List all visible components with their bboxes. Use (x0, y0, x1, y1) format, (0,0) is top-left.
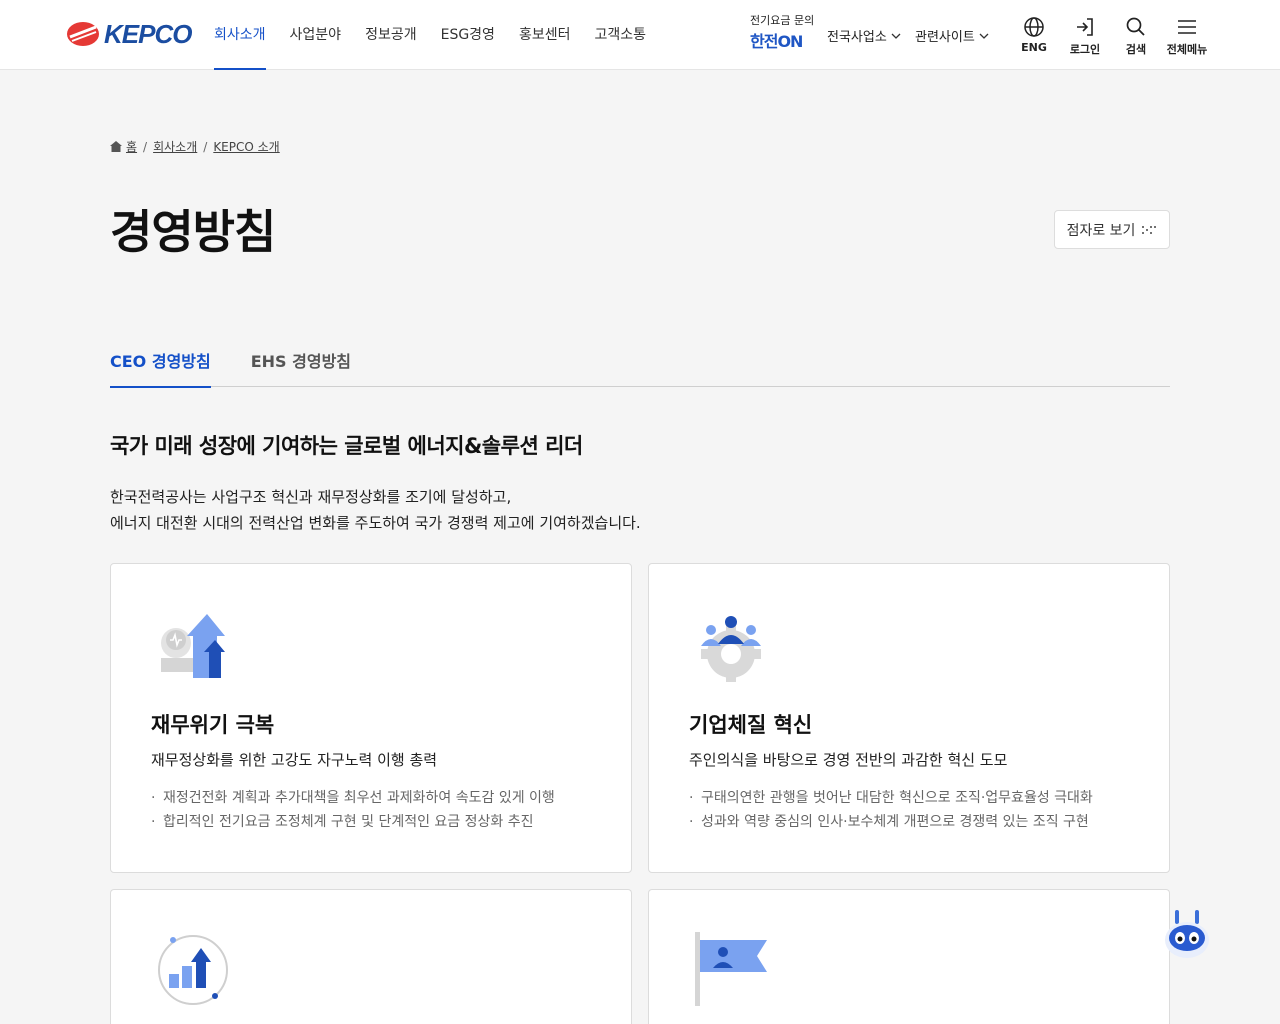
search-icon (1126, 17, 1145, 36)
nav-pr[interactable]: 홍보센터 (519, 0, 571, 70)
policy-card-innovation: 기업체질 혁신 주인의식을 바탕으로 경영 전반의 과감한 혁신 도모 구태의연… (648, 563, 1170, 873)
branch-dropdown-label: 전국사업소 (827, 30, 887, 45)
related-sites-dropdown[interactable]: 관련사이트 (915, 26, 989, 45)
list-item: 재정건전화 계획과 추가대책을 최우선 과제화하여 속도감 있게 이행 (151, 786, 555, 810)
login-label: 로그인 (1069, 43, 1101, 56)
full-menu-label: 전체메뉴 (1166, 43, 1208, 56)
robot-mascot-icon (1165, 910, 1209, 958)
card-list: 재정건전화 계획과 추가대책을 최우선 과제화하여 속도감 있게 이행 합리적인… (151, 786, 555, 834)
policy-tabs: CEO 경영방침 EHS 경영방침 (110, 338, 1170, 388)
hanjeon-logo-text: 한전ON (750, 32, 803, 51)
tab-ceo-policy[interactable]: CEO 경영방침 (110, 338, 211, 388)
branch-dropdown[interactable]: 전국사업소 (827, 26, 901, 45)
search-label: 검색 (1125, 43, 1147, 56)
breadcrumb-kepco-intro[interactable]: KEPCO 소개 (213, 138, 279, 155)
list-item: 성과와 역량 중심의 인사·보수체계 개편으로 경쟁력 있는 조직 구현 (689, 810, 1093, 834)
english-button[interactable]: ENG (1012, 16, 1056, 58)
nav-company[interactable]: 회사소개 (214, 0, 266, 70)
policy-card-financial: 재무위기 극복 재무정상화를 위한 고강도 자구노력 이행 총력 재정건전화 계… (110, 563, 632, 873)
chevron-down-icon (891, 33, 901, 39)
login-button[interactable]: 로그인 (1063, 16, 1107, 58)
home-icon[interactable] (110, 141, 122, 152)
related-sites-label: 관련사이트 (915, 30, 975, 45)
breadcrumb-company[interactable]: 회사소개 (153, 138, 197, 155)
main-nav: 회사소개 사업분야 정보공개 ESG경영 홍보센터 고객소통 (214, 0, 670, 70)
card-title: 기업체질 혁신 (689, 713, 813, 737)
full-menu-button[interactable]: 전체메뉴 (1165, 16, 1209, 58)
nav-customer[interactable]: 고객소통 (594, 0, 646, 70)
card-subtitle: 재무정상화를 위한 고강도 자구노력 이행 총력 (151, 751, 438, 769)
braille-icon (1142, 225, 1157, 234)
tab-ehs-policy[interactable]: EHS 경영방침 (251, 338, 351, 387)
breadcrumb-home[interactable]: 홈 (126, 138, 137, 155)
english-label: ENG (1021, 41, 1047, 54)
list-item: 합리적인 전기요금 조정체계 구현 및 단계적인 요금 정상화 추진 (151, 810, 555, 834)
intro-line-2: 에너지 대전환 시대의 전력산업 변화를 주도하여 국가 경쟁력 제고에 기여하… (110, 514, 641, 532)
breadcrumb-separator: / (203, 139, 208, 154)
bar-chart-growth-icon (158, 935, 228, 1005)
financial-growth-icon (161, 614, 225, 678)
nav-information[interactable]: 정보공개 (365, 0, 417, 70)
card-subtitle: 주인의식을 바탕으로 경영 전반의 과감한 혁신 도모 (689, 751, 1008, 769)
globe-icon (1024, 17, 1044, 37)
kepco-logo[interactable]: KEPCO (66, 18, 192, 49)
breadcrumb: 홈 / 회사소개 / KEPCO 소개 (110, 138, 280, 155)
list-item: 구태의연한 관행을 벗어난 대담한 혁신으로 조직·업무효율성 극대화 (689, 786, 1093, 810)
card-title: 재무위기 극복 (151, 713, 275, 737)
chatbot-button[interactable] (1160, 904, 1214, 964)
policy-card-leadership (648, 889, 1170, 1024)
chevron-down-icon (979, 33, 989, 39)
braille-view-button[interactable]: 점자로 보기 (1054, 210, 1170, 249)
site-header: KEPCO 회사소개 사업분야 정보공개 ESG경영 홍보센터 고객소통 전기요… (0, 0, 1280, 70)
intro-line-1: 한국전력공사는 사업구조 혁신과 재무정상화를 조기에 달성하고, (110, 488, 512, 506)
kepco-emblem-icon (67, 22, 99, 46)
intro-text: 한국전력공사는 사업구조 혁신과 재무정상화를 조기에 달성하고, 에너지 대전… (110, 484, 641, 536)
section-title: 국가 미래 성장에 기여하는 글로벌 에너지&솔루션 리더 (110, 434, 583, 458)
card-list: 구태의연한 관행을 벗어난 대담한 혁신으로 조직·업무효율성 극대화 성과와 … (689, 786, 1093, 834)
search-button[interactable]: 검색 (1114, 16, 1158, 58)
team-gear-icon (701, 616, 761, 682)
policy-card-growth (110, 889, 632, 1024)
login-icon (1077, 18, 1093, 36)
flag-person-icon (695, 932, 767, 1006)
page-title: 경영방침 (110, 205, 276, 259)
breadcrumb-separator: / (143, 139, 148, 154)
hanjeon-small-text: 전기요금 문의 (750, 14, 815, 27)
logo-text: KEPCO (104, 18, 192, 49)
nav-esg[interactable]: ESG경영 (441, 0, 495, 70)
hanjeon-on-link[interactable]: 전기요금 문의 한전ON (750, 12, 818, 52)
braille-view-label: 점자로 보기 (1066, 222, 1136, 239)
nav-business[interactable]: 사업분야 (290, 0, 342, 70)
hamburger-icon (1178, 20, 1196, 34)
